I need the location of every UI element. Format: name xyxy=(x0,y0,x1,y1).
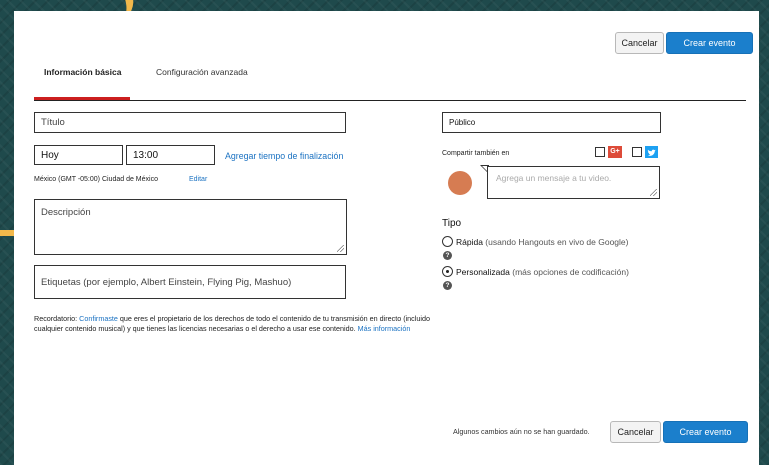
rights-reminder: Recordatorio: Confirmaste que eres el pr… xyxy=(34,314,446,334)
time-value: 13:00 xyxy=(133,149,159,161)
option-custom-name: Personalizada xyxy=(456,267,510,277)
twitter-share-checkbox[interactable] xyxy=(632,147,642,157)
create-event-panel: Cancelar Crear evento Información básica… xyxy=(14,11,759,465)
help-icon[interactable]: ? xyxy=(443,281,452,290)
user-avatar xyxy=(448,171,472,195)
help-icon[interactable]: ? xyxy=(443,251,452,260)
confirm-link[interactable]: Confirmaste xyxy=(79,314,118,323)
description-placeholder: Descripción xyxy=(41,207,91,218)
date-input[interactable]: Hoy xyxy=(34,145,123,165)
header-create-event-button[interactable]: Crear evento xyxy=(666,32,753,54)
reminder-prefix: Recordatorio: xyxy=(34,314,80,323)
option-custom-desc: (más opciones de codificación) xyxy=(509,267,629,277)
share-label: Compartir también en xyxy=(442,150,510,157)
gplus-share-checkbox[interactable] xyxy=(595,147,605,157)
radio-quick[interactable] xyxy=(442,236,453,247)
google-plus-icon: G+ xyxy=(608,146,622,158)
description-textarea[interactable]: Descripción xyxy=(34,199,347,255)
tab-advanced-settings[interactable]: Configuración avanzada xyxy=(156,67,248,77)
twitter-icon xyxy=(645,146,658,158)
share-message-placeholder: Agrega un mensaje a tu video. xyxy=(496,173,612,183)
resize-handle-icon[interactable] xyxy=(337,245,344,252)
resize-handle-icon[interactable] xyxy=(650,189,657,196)
unsaved-changes-status: Algunos cambios aún no se han guardado. xyxy=(453,427,590,436)
tags-input[interactable]: Etiquetas (por ejemplo, Albert Einstein,… xyxy=(34,265,346,299)
share-message-textarea[interactable]: Agrega un mensaje a tu video. xyxy=(487,166,660,199)
option-custom-label[interactable]: Personalizada (más opciones de codificac… xyxy=(456,267,629,277)
option-quick-desc: (usando Hangouts en vivo de Google) xyxy=(482,237,629,247)
more-info-link[interactable]: Más información xyxy=(358,324,411,333)
radio-custom[interactable] xyxy=(442,266,453,277)
title-input[interactable]: Título xyxy=(34,112,346,133)
tags-placeholder: Etiquetas (por ejemplo, Albert Einstein,… xyxy=(41,276,292,288)
privacy-select[interactable]: Público xyxy=(442,112,661,133)
timezone-label: México (GMT -05:00) Ciudad de México xyxy=(34,176,158,183)
date-value: Hoy xyxy=(41,149,59,161)
header-cancel-button[interactable]: Cancelar xyxy=(615,32,664,54)
add-end-time-link[interactable]: Agregar tiempo de finalización xyxy=(225,151,343,161)
tab-divider xyxy=(34,100,746,101)
type-title: Tipo xyxy=(442,218,462,229)
option-quick-label[interactable]: Rápida (usando Hangouts en vivo de Googl… xyxy=(456,237,628,247)
tab-basic-info[interactable]: Información básica xyxy=(44,67,121,77)
footer-create-event-button[interactable]: Crear evento xyxy=(663,421,748,443)
option-quick-name: Rápida xyxy=(456,237,483,247)
time-input[interactable]: 13:00 xyxy=(126,145,215,165)
title-placeholder: Título xyxy=(41,117,65,128)
privacy-value: Público xyxy=(449,118,476,127)
footer-cancel-button[interactable]: Cancelar xyxy=(610,421,661,443)
edit-timezone-link[interactable]: Editar xyxy=(189,176,207,183)
